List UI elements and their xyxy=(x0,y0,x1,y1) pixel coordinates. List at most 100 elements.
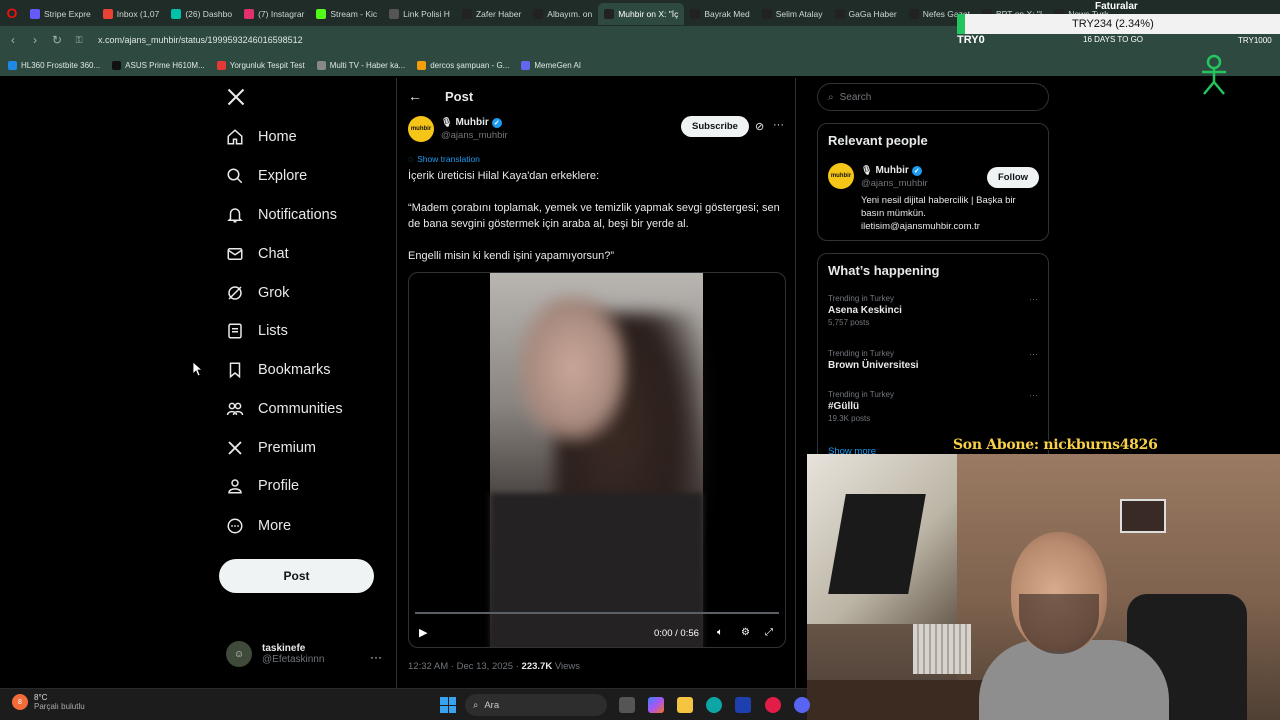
browser-tab[interactable]: Zafer Haber xyxy=(456,3,527,25)
sidebar-item-notifications[interactable]: Notifications xyxy=(226,200,337,230)
trend-more-icon[interactable]: ··· xyxy=(1029,390,1038,400)
bookmark-item[interactable]: Multi TV - Haber ka... xyxy=(316,60,405,70)
volume-icon[interactable]: 🔈︎ xyxy=(717,627,723,638)
browser-tab[interactable]: Inbox (1,07 xyxy=(97,3,166,25)
account-handle: @Efetaskinnn xyxy=(262,654,325,665)
author-avatar[interactable]: muhbir xyxy=(408,116,434,142)
back-arrow-icon[interactable]: ← xyxy=(408,88,422,104)
post-more-icon[interactable]: ··· xyxy=(773,119,784,131)
bookmark-item[interactable]: HL360 Frostbite 360... xyxy=(8,60,101,70)
copilot-icon[interactable] xyxy=(648,697,664,713)
fullscreen-icon[interactable]: ⤢ xyxy=(765,627,773,638)
file-explorer-icon[interactable] xyxy=(677,697,693,713)
browser-tab[interactable]: Albayım. on xyxy=(527,3,598,25)
video-player[interactable]: ▶ 0:00 / 0:56 🔈︎ ⚙ ⤢ xyxy=(408,272,786,648)
sidebar-item-premium[interactable]: Premium xyxy=(226,433,316,463)
tab-favicon-icon xyxy=(316,9,327,19)
sidebar-item-label: Profile xyxy=(258,478,300,494)
author-name[interactable]: 🎙 Muhbir ✓ xyxy=(441,117,502,128)
browser-tab[interactable]: GaGa Haber xyxy=(829,3,903,25)
browser-tab[interactable]: Stripe Expre xyxy=(24,3,97,25)
edge-icon[interactable] xyxy=(706,697,722,713)
trend-count: 19.3K posts xyxy=(828,414,871,423)
show-translation-link[interactable]: ◌ Show translation xyxy=(408,154,480,164)
trend-more-icon[interactable]: ··· xyxy=(1029,294,1038,304)
back-icon[interactable]: ‹ xyxy=(6,33,20,47)
taskbar-search-placeholder: Ara xyxy=(484,699,500,711)
sidebar-item-home[interactable]: Home xyxy=(226,122,297,152)
trend-item[interactable]: Trending in Turkey #Güllü 19.3K posts ··· xyxy=(828,390,1038,423)
donation-ticker: TRY234 (2.34%) xyxy=(957,14,1280,34)
sidebar-item-bookmarks[interactable]: Bookmarks xyxy=(226,355,331,385)
goal-current: TRY0 xyxy=(957,34,985,46)
x-logo-icon[interactable] xyxy=(226,87,246,107)
sidebar-item-communities[interactable]: Communities xyxy=(226,394,343,424)
follow-button[interactable]: Follow xyxy=(987,167,1039,188)
views-count: 223.7K xyxy=(521,661,553,672)
taskbar-search[interactable]: ⌕ Ara xyxy=(465,694,607,716)
search-input[interactable]: ⌕ Search xyxy=(817,83,1049,111)
streamer xyxy=(979,532,1169,720)
post-text-quote: “Madem çorabını toplamak, yemek ve temiz… xyxy=(408,202,780,230)
windows-start-icon[interactable] xyxy=(440,697,456,713)
weather-temp: 8°C xyxy=(34,693,48,702)
sidebar-item-chat[interactable]: Chat xyxy=(226,239,289,269)
sidebar-item-profile[interactable]: Profile xyxy=(226,471,299,501)
settings-gear-icon[interactable]: ⚙ xyxy=(741,627,750,638)
video-progress-bar[interactable] xyxy=(415,612,779,614)
post-timestamp[interactable]: 12:32 AM · Dec 13, 2025 · xyxy=(408,661,522,672)
views-label: Views xyxy=(554,661,580,672)
browser-tab[interactable]: Selim Atalay xyxy=(756,3,829,25)
subscribe-button[interactable]: Subscribe xyxy=(681,116,749,137)
sidebar-item-grok[interactable]: Grok xyxy=(226,278,289,308)
account-switcher[interactable]: ☺ taskinefe @Efetaskinnn xyxy=(226,641,324,667)
browser-tab[interactable]: Link Polisi H xyxy=(383,3,456,25)
ticker-text: TRY234 (2.34%) xyxy=(1072,18,1154,30)
post-button[interactable]: Post xyxy=(219,559,374,593)
opera-logo-icon[interactable]: O xyxy=(0,0,24,26)
bookmark-label: HL360 Frostbite 360... xyxy=(21,60,101,70)
relevant-name[interactable]: 🎙 Muhbir ✓ xyxy=(861,165,922,176)
browser-tab[interactable]: (7) Instagrar xyxy=(238,3,310,25)
tab-label: (7) Instagrar xyxy=(258,9,305,19)
opera-icon[interactable] xyxy=(765,697,781,713)
tab-favicon-icon xyxy=(761,9,772,19)
trend-item[interactable]: Trending in Turkey Brown Üniversitesi ··· xyxy=(828,349,1038,373)
browser-tab[interactable]: Stream - Kic xyxy=(310,3,383,25)
trend-item[interactable]: Trending in Turkey Asena Keskinci 5,757 po… xyxy=(828,294,1038,327)
bookmark-item[interactable]: dercos şampuan - G... xyxy=(417,60,510,70)
bookmark-item[interactable]: MemeGen AI xyxy=(521,60,581,70)
store-icon[interactable] xyxy=(735,697,751,713)
account-more-icon[interactable]: ··· xyxy=(370,650,382,664)
bookmark-favicon-icon xyxy=(8,60,17,70)
grok-icon[interactable]: ⊘ xyxy=(755,120,764,133)
tab-favicon-icon xyxy=(389,9,400,19)
relevant-name-text: Muhbir xyxy=(875,165,909,176)
sidebar-item-explore[interactable]: Explore xyxy=(226,161,307,191)
tab-label: GaGa Haber xyxy=(848,9,897,19)
home-icon xyxy=(227,129,243,145)
trend-more-icon[interactable]: ··· xyxy=(1029,349,1038,359)
browser-tab[interactable]: (26) Dashbo xyxy=(165,3,238,25)
browser-tab[interactable]: Muhbir on X: "İç xyxy=(598,3,685,25)
bookmark-item[interactable]: Yorgunluk Tespit Test xyxy=(216,60,305,70)
whats-happening-title: What’s happening xyxy=(828,263,940,278)
weather-widget[interactable]: 8 8°C Parçalı bulutlu xyxy=(12,693,85,711)
site-info-icon[interactable]: ⚿ xyxy=(72,35,86,46)
bookmark-label: dercos şampuan - G... xyxy=(430,60,510,70)
forward-icon[interactable]: › xyxy=(28,33,42,47)
bookmark-favicon-icon xyxy=(316,60,326,70)
author-handle[interactable]: @ajans_muhbir xyxy=(441,130,508,141)
url-field[interactable]: x.com/ajans_muhbir/status/19995932460165… xyxy=(98,35,303,45)
tab-label: Inbox (1,07 xyxy=(116,9,160,19)
bookmark-item[interactable]: ASUS Prime H610M... xyxy=(112,60,205,70)
discord-icon[interactable] xyxy=(794,697,810,713)
task-view-icon[interactable] xyxy=(619,697,635,713)
reload-icon[interactable]: ↻ xyxy=(50,33,64,47)
browser-tab[interactable]: Bayrak Med xyxy=(684,3,755,25)
relevant-avatar[interactable]: muhbir xyxy=(828,163,854,189)
sidebar-item-more[interactable]: More xyxy=(226,511,291,541)
trend-count: 5,757 posts xyxy=(828,318,870,327)
sidebar-item-lists[interactable]: Lists xyxy=(226,316,288,346)
play-icon[interactable]: ▶ xyxy=(419,626,427,639)
